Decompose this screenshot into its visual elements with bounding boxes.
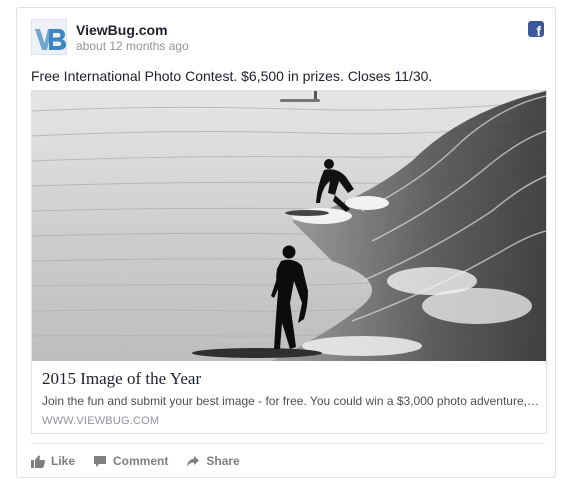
share-button[interactable]: Share [186,454,240,468]
page-name-link[interactable]: ViewBug.com [76,22,168,38]
share-label: Share [206,454,240,468]
comment-label: Comment [113,454,169,468]
post-actions-bar: Like Comment Share [31,454,258,468]
viewbug-avatar[interactable] [31,19,67,55]
post-text: Free International Photo Contest. $6,500… [31,68,433,84]
share-arrow-icon [187,455,200,467]
link-preview[interactable]: 2015 Image of the Year Join the fun and … [31,90,547,434]
link-title[interactable]: 2015 Image of the Year [42,369,201,389]
viewbug-logo [32,20,66,54]
facebook-post-card: ViewBug.com about 12 months ago f Free I… [16,7,556,478]
thumbs-up-icon [31,455,45,468]
like-label: Like [51,454,76,468]
like-button[interactable]: Like [31,454,75,468]
actions-divider [31,443,545,444]
comment-icon [94,455,107,467]
link-domain: WWW.VIEWBUG.COM [42,415,160,427]
facebook-icon[interactable]: f [528,21,544,38]
link-description: Join the fun and submit your best image … [42,394,542,408]
surfers-photo[interactable] [32,91,546,361]
post-timestamp[interactable]: about 12 months ago [76,39,189,53]
comment-button[interactable]: Comment [93,454,168,468]
